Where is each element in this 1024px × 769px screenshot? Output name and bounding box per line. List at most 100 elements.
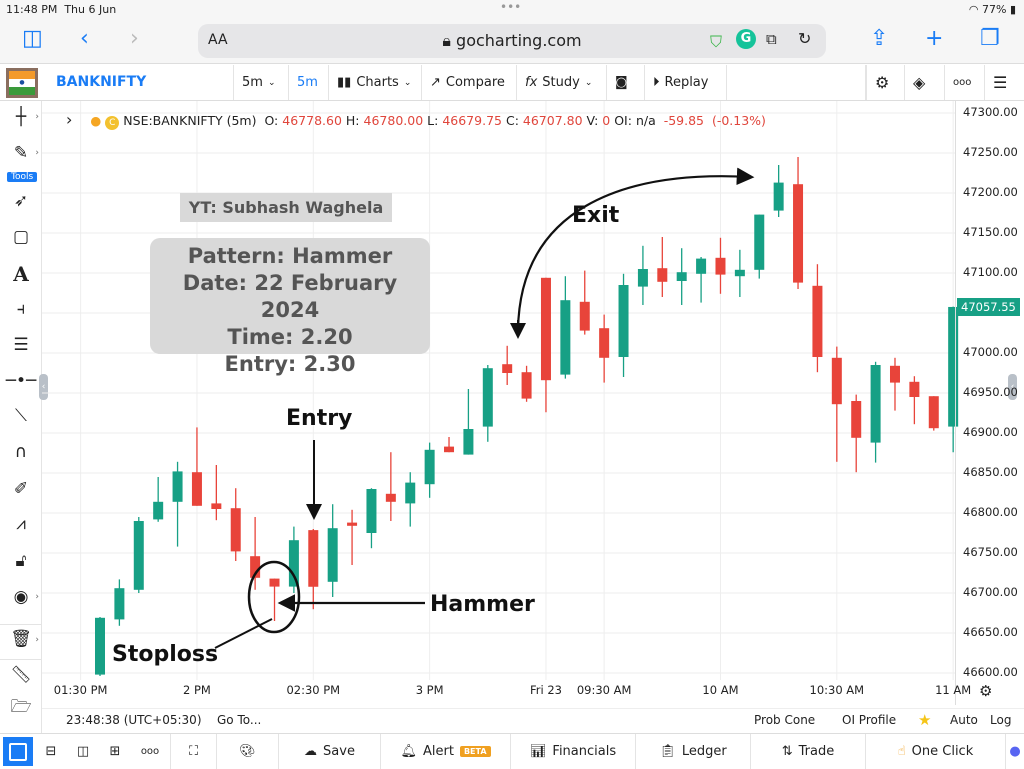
back-icon[interactable]: ‹ xyxy=(80,26,89,51)
symbol-flag-icon[interactable]: ● xyxy=(6,68,38,98)
left-panel-handle[interactable]: ‹ xyxy=(39,374,48,400)
templates-tool[interactable]: 🗁 xyxy=(0,694,42,723)
pattern-info-box: Pattern: Hammer Date: 22 February 2024 T… xyxy=(150,238,430,376)
horizontal-line-tool[interactable]: ─•─ xyxy=(0,371,42,391)
trendline-tool[interactable]: ⟍ xyxy=(0,406,42,426)
lock-tool[interactable]: 🔓︎ xyxy=(0,551,42,571)
candle xyxy=(599,314,610,383)
bar-chart-icon: 📊︎ xyxy=(529,744,547,759)
sidebar-icon[interactable]: ◫ xyxy=(22,26,43,51)
drawing-toolbar: ┼ › ✎ › Tools ➶ ▢ A ⫞ ☰ ─•─ ⟍ ∩ ✐ ⩘ 🔓︎ ◉ › … xyxy=(0,101,42,733)
text-tool[interactable]: A xyxy=(0,262,42,286)
measure-tool[interactable]: ⩘ xyxy=(0,514,42,534)
charts-dropdown[interactable]: ▮▮ Charts ⌄ xyxy=(328,65,421,100)
eye-icon: ◉ xyxy=(13,587,29,607)
layout-vertical-split-button[interactable]: ◫ xyxy=(68,734,98,769)
trash-icon: 🗑︎ xyxy=(10,629,32,649)
clipboard-icon: 📋︎ xyxy=(659,744,676,759)
candle xyxy=(812,264,823,373)
hamburger-icon: ☰ xyxy=(993,73,1008,92)
grammarly-icon[interactable]: G xyxy=(736,29,756,49)
symbol-name[interactable]: BANKNIFTY xyxy=(56,74,146,90)
log-scale-button[interactable]: Log xyxy=(990,713,1011,727)
snapshot-button[interactable]: ◙ xyxy=(606,65,644,100)
delete-tool[interactable]: 🗑︎ › xyxy=(0,624,42,649)
candle xyxy=(715,237,726,294)
goto-button[interactable]: Go To... xyxy=(217,713,261,727)
brush-tool[interactable]: ✎ › xyxy=(0,143,42,163)
cursor-arrow-icon: ➶ xyxy=(13,191,29,211)
parallel-lines-tool[interactable]: ☰ xyxy=(0,335,42,355)
forward-icon[interactable]: › xyxy=(130,26,139,51)
chevron-down-icon: ⌄ xyxy=(267,77,276,88)
save-button[interactable]: ☁ Save xyxy=(278,734,380,769)
camera-icon: ◙ xyxy=(615,75,628,90)
layout-grid-button[interactable]: ⊞ xyxy=(100,734,130,769)
pitchfork-tool[interactable]: ⫞ xyxy=(0,299,42,319)
compass-icon: ⩘ xyxy=(16,514,26,534)
url-text[interactable]: 🔒︎ gocharting.com xyxy=(198,31,826,51)
shield-extension-icon[interactable]: ⛉ xyxy=(710,32,722,52)
time-tick: Fri 23 xyxy=(529,683,562,697)
ruler-tool[interactable]: 📏︎ xyxy=(0,659,42,685)
compare-button[interactable]: ↗ Compare xyxy=(421,65,516,100)
time-tick: 01:30 PM xyxy=(53,683,108,697)
candle-body xyxy=(540,277,551,381)
hand-pointer-icon: ☝ xyxy=(897,744,906,759)
more-button[interactable]: ooo xyxy=(944,65,984,100)
alert-button[interactable]: 🔔︎ Alert BETA xyxy=(380,734,510,769)
candle-body xyxy=(637,269,648,287)
layers-button[interactable]: ◈ xyxy=(904,65,944,100)
candle xyxy=(211,465,222,521)
study-dropdown[interactable]: fx Study ⌄ xyxy=(516,65,606,100)
axis-settings-icon[interactable]: ⚙ xyxy=(979,682,992,700)
layout-more-button[interactable]: ooo xyxy=(135,734,165,769)
candle xyxy=(676,248,687,305)
volume-value: 0 xyxy=(602,113,611,128)
magnet-tool[interactable]: ∩ xyxy=(0,442,42,462)
candle xyxy=(95,617,105,676)
address-bar[interactable]: AA 🔒︎ gocharting.com ⛉ G ⧉ ↻ xyxy=(198,24,826,58)
prob-cone-button[interactable]: Prob Cone xyxy=(754,713,815,727)
time-tick: 11 AM xyxy=(935,683,972,697)
share-icon[interactable]: ⇪ xyxy=(870,26,888,51)
interval-dropdown[interactable]: 5m ⌄ xyxy=(233,65,288,100)
rectangle-tool[interactable]: ▢ xyxy=(0,227,42,247)
layout-horizontal-split-button[interactable]: ⊟ xyxy=(36,734,66,769)
lock-drawing-tool[interactable]: ✐ xyxy=(0,479,42,499)
one-click-button[interactable]: ☝ One Click xyxy=(865,734,1005,769)
price-axis[interactable]: 47300.00 47250.00 47200.00 47150.00 47100.00… xyxy=(955,101,1024,705)
crosshair-tool[interactable]: ┼ › xyxy=(0,107,42,127)
financials-button[interactable]: 📊︎ Financials xyxy=(510,734,635,769)
chat-button[interactable]: ● xyxy=(1005,734,1024,769)
oi-value: n/a xyxy=(635,113,656,128)
oi-profile-button[interactable]: OI Profile xyxy=(842,713,896,727)
collapse-chevron-icon[interactable]: › xyxy=(66,110,72,129)
multitasking-dots-icon[interactable]: ••• xyxy=(500,0,521,14)
fx-icon: fx xyxy=(525,75,538,90)
theme-button[interactable]: 🎨︎ xyxy=(216,734,278,769)
star-icon[interactable]: ★ xyxy=(918,711,931,729)
fork-icon: ⫞ xyxy=(16,299,26,319)
candle xyxy=(540,277,551,413)
interval-active-button[interactable]: 5m xyxy=(288,65,328,100)
layout-single-button[interactable] xyxy=(3,737,33,766)
auto-scale-button[interactable]: Auto xyxy=(950,713,978,727)
menu-button[interactable]: ☰ xyxy=(984,65,1024,100)
pointer-tool[interactable]: ➶ xyxy=(0,191,42,211)
grid-icon: ⊞ xyxy=(109,744,121,759)
tabs-icon[interactable]: ❐ xyxy=(980,26,1000,51)
settings-button[interactable]: ⚙ xyxy=(866,65,904,100)
time-tick: 02:30 PM xyxy=(286,683,341,697)
replay-button[interactable]: ⏵ Replay xyxy=(644,65,726,100)
ledger-button[interactable]: 📋︎ Ledger xyxy=(635,734,750,769)
new-tab-icon[interactable]: + xyxy=(925,26,943,51)
reload-icon[interactable]: ↻ xyxy=(798,29,811,48)
extensions-icon[interactable]: ⧉ xyxy=(766,30,777,48)
candle xyxy=(308,529,319,610)
candle-body xyxy=(618,285,629,357)
candle xyxy=(831,346,842,462)
trade-button[interactable]: ⇅ Trade xyxy=(750,734,865,769)
fullscreen-button[interactable]: ⛶ xyxy=(170,734,216,769)
visibility-tool[interactable]: ◉ › xyxy=(0,587,42,607)
